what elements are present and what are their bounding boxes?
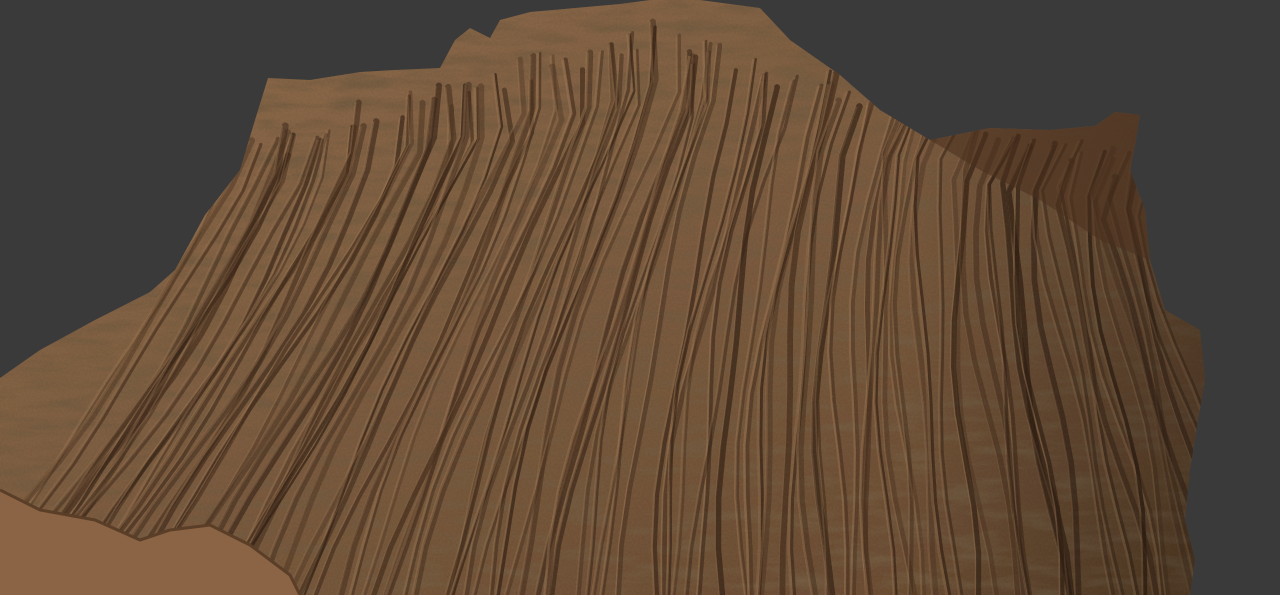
- 3d-viewport[interactable]: [0, 0, 1280, 595]
- terrain-render: [0, 0, 1280, 595]
